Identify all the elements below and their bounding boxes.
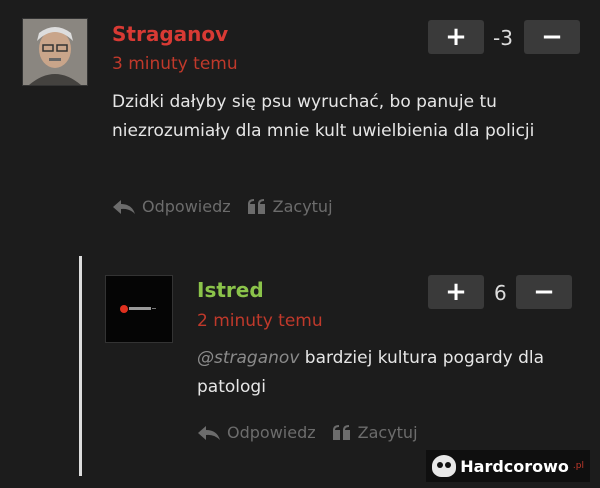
comment-timestamp: 3 minuty temu bbox=[112, 54, 238, 74]
comment-score: -3 bbox=[493, 26, 513, 50]
quote-button[interactable]: Zacytuj bbox=[247, 197, 333, 216]
quote-button[interactable]: Zacytuj bbox=[332, 423, 418, 442]
watermark-tld: .pl bbox=[572, 461, 584, 471]
quote-label: Zacytuj bbox=[357, 423, 418, 442]
reply-button[interactable]: Odpowiedz bbox=[112, 197, 231, 216]
upvote-button[interactable]: + bbox=[428, 275, 484, 309]
avatar-istred[interactable] bbox=[105, 275, 173, 343]
reply-button[interactable]: Odpowiedz bbox=[197, 423, 316, 442]
comment-actions: Odpowiedz Zacytuj bbox=[112, 197, 333, 216]
quote-label: Zacytuj bbox=[272, 197, 333, 216]
comment-text: @straganov bardziej kultura pogardy dla … bbox=[197, 344, 587, 402]
reply-arrow-icon bbox=[197, 425, 221, 441]
upvote-button[interactable]: + bbox=[428, 20, 484, 54]
site-watermark: Hardcorowo .pl bbox=[426, 450, 590, 482]
reply-arrow-icon bbox=[112, 199, 136, 215]
quote-icon bbox=[247, 198, 267, 215]
comment-author[interactable]: Istred bbox=[197, 278, 264, 302]
reply-label: Odpowiedz bbox=[227, 423, 316, 442]
reply-thread-line bbox=[79, 256, 82, 476]
comment-timestamp: 2 minuty temu bbox=[197, 311, 323, 331]
downvote-button[interactable]: − bbox=[516, 275, 572, 309]
downvote-button[interactable]: − bbox=[524, 20, 580, 54]
reply-label: Odpowiedz bbox=[142, 197, 231, 216]
quote-icon bbox=[332, 424, 352, 441]
avatar-straganov[interactable] bbox=[22, 18, 88, 86]
comment-score: 6 bbox=[494, 281, 507, 305]
user-mention[interactable]: @straganov bbox=[197, 348, 299, 368]
skull-icon bbox=[432, 455, 457, 477]
comment-text: Dzidki dałyby się psu wyruchać, bo panuj… bbox=[112, 92, 535, 141]
comment-actions: Odpowiedz Zacytuj bbox=[197, 423, 418, 442]
comment-author[interactable]: Straganov bbox=[112, 22, 228, 46]
watermark-text: Hardcorowo bbox=[460, 456, 569, 476]
